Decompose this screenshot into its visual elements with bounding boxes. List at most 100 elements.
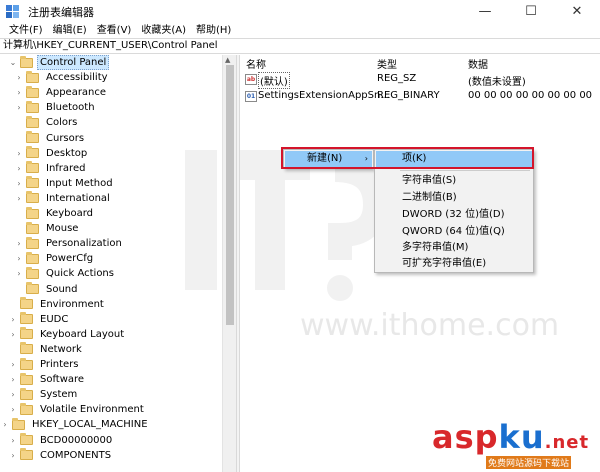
menu-edit[interactable]: 编辑(E) — [48, 24, 92, 38]
tree-item-label: Colors — [46, 117, 78, 129]
tree-item[interactable]: › Infrared — [14, 161, 88, 176]
expanded-arrow-icon[interactable]: ⌄ — [8, 58, 18, 67]
folder-icon — [26, 85, 39, 98]
menu-file[interactable]: 文件(F) — [4, 24, 48, 38]
value-row[interactable]: ab (默认) REG_SZ (数值未设置) — [240, 72, 600, 89]
menu-bar: 文件(F) 编辑(E) 查看(V) 收藏夹(A) 帮助(H) — [0, 23, 600, 38]
tree-item[interactable]: Colors — [14, 115, 80, 130]
registry-tree[interactable]: ⌄ Control Panel › Accessibility › Appearance ›… — [0, 55, 222, 472]
collapsed-arrow-icon[interactable]: › — [14, 269, 24, 278]
folder-icon — [20, 342, 33, 355]
collapsed-arrow-icon[interactable]: › — [14, 103, 24, 112]
tree-item[interactable]: › Accessibility — [14, 70, 111, 85]
menu-item-binary-value[interactable]: 二进制值(B) — [376, 190, 532, 206]
menu-favorites[interactable]: 收藏夹(A) — [136, 24, 191, 38]
tree-item[interactable]: ⌄ Control Panel — [8, 55, 110, 70]
value-row[interactable]: 01 SettingsExtensionAppSn... REG_BINARY … — [240, 89, 600, 104]
window-controls: — ☐ ✕ — [462, 0, 600, 23]
tree-item[interactable]: › HKEY_LOCAL_MACHINE — [0, 417, 151, 432]
tree-item[interactable]: › PowerCfg — [14, 251, 96, 266]
tree-item[interactable]: › Printers — [8, 357, 81, 372]
tree-item-label: International — [46, 192, 110, 204]
tree-item[interactable]: › Appearance — [14, 85, 109, 100]
tree-item[interactable]: › EUDC — [8, 312, 71, 327]
aspku-tagline: 免费网站源码下载站 — [486, 456, 572, 469]
folder-icon — [20, 372, 33, 385]
folder-icon — [20, 327, 33, 340]
menu-view[interactable]: 查看(V) — [92, 24, 137, 38]
tree-item[interactable]: Network — [8, 342, 85, 357]
collapsed-arrow-icon[interactable]: › — [14, 73, 24, 82]
string-value-icon: ab — [245, 74, 257, 85]
tree-item[interactable]: › COMPONENTS — [8, 448, 114, 463]
tree-item-label: EUDC — [40, 313, 69, 325]
collapsed-arrow-icon[interactable]: › — [0, 420, 10, 429]
maximize-button[interactable]: ☐ — [508, 0, 554, 23]
collapsed-arrow-icon[interactable]: › — [8, 405, 18, 414]
tree-item[interactable]: › System — [8, 387, 80, 402]
title-bar: 注册表编辑器 — ☐ ✕ — [0, 0, 600, 23]
column-data-header[interactable]: 数据 — [468, 56, 488, 71]
values-header: 名称 类型 数据 — [240, 55, 600, 71]
tree-item-label: BCD00000000 — [40, 434, 113, 446]
collapsed-arrow-icon[interactable]: › — [14, 239, 24, 248]
tree-item[interactable]: › Software — [8, 372, 87, 387]
tree-scrollbar[interactable]: ▲ — [222, 55, 236, 472]
minimize-button[interactable]: — — [462, 0, 508, 23]
tree-item[interactable]: › Bluetooth — [14, 100, 98, 115]
tree-item[interactable]: Keyboard — [14, 206, 96, 221]
folder-icon — [20, 433, 33, 445]
collapsed-arrow-icon[interactable]: › — [8, 390, 18, 399]
tree-item[interactable]: Cursors — [14, 131, 87, 146]
menu-item-expandable-string-value[interactable]: 可扩充字符串值(E) — [376, 256, 532, 272]
tree-item[interactable]: Mouse — [14, 221, 81, 236]
collapsed-arrow-icon[interactable]: › — [14, 194, 24, 203]
tree-item[interactable]: › Keyboard Layout — [8, 327, 127, 342]
tree-item-label: Accessibility — [46, 72, 108, 84]
collapsed-arrow-icon[interactable]: › — [8, 360, 18, 369]
collapsed-arrow-icon[interactable]: › — [14, 179, 24, 188]
tree-item[interactable]: › International — [14, 191, 113, 206]
tree-item[interactable]: › BCD00000000 — [8, 433, 115, 448]
collapsed-arrow-icon[interactable]: › — [14, 88, 24, 97]
tree-item-label: Quick Actions — [46, 268, 114, 280]
column-name-header[interactable]: 名称 — [246, 56, 266, 71]
tree-item[interactable]: › Desktop — [14, 146, 90, 161]
tree-item-label: Infrared — [46, 162, 86, 174]
tree-item-label: Bluetooth — [46, 102, 95, 114]
tree-item[interactable]: Sound — [14, 282, 81, 297]
folder-icon — [26, 131, 39, 143]
tree-item[interactable]: › Volatile Environment — [8, 402, 147, 417]
menu-item-dword-value[interactable]: DWORD (32 位)值(D) — [376, 207, 532, 223]
collapsed-arrow-icon[interactable]: › — [8, 315, 18, 324]
scrollbar-thumb[interactable] — [226, 65, 234, 325]
collapsed-arrow-icon[interactable]: › — [8, 330, 18, 339]
address-bar[interactable]: 计算机\HKEY_CURRENT_USER\Control Panel — [0, 38, 600, 54]
tree-item[interactable]: Environment — [8, 297, 107, 312]
close-button[interactable]: ✕ — [554, 0, 600, 23]
collapsed-arrow-icon[interactable]: › — [8, 436, 18, 445]
menu-item-qword-value[interactable]: QWORD (64 位)值(Q) — [376, 224, 532, 240]
folder-icon — [20, 387, 33, 400]
folder-icon — [20, 55, 33, 68]
tree-item-label: Appearance — [46, 87, 107, 99]
tree-item-label: HKEY_LOCAL_MACHINE — [32, 419, 148, 431]
menu-item-multi-string-value[interactable]: 多字符串值(M) — [376, 240, 532, 256]
menu-item-string-value[interactable]: 字符串值(S) — [376, 173, 532, 189]
folder-icon — [20, 297, 33, 310]
collapsed-arrow-icon[interactable]: › — [14, 164, 24, 173]
scroll-up-icon[interactable]: ▲ — [225, 56, 230, 64]
folder-icon — [26, 176, 39, 189]
value-type: REG_BINARY — [377, 90, 440, 101]
folder-icon — [26, 191, 39, 204]
menu-help[interactable]: 帮助(H) — [191, 24, 236, 38]
tree-item[interactable]: › Personalization — [14, 236, 125, 251]
tree-item-label: Environment — [40, 298, 104, 310]
column-type-header[interactable]: 类型 — [377, 56, 397, 71]
collapsed-arrow-icon[interactable]: › — [8, 451, 18, 460]
tree-item[interactable]: › Quick Actions — [14, 266, 117, 281]
collapsed-arrow-icon[interactable]: › — [14, 254, 24, 263]
collapsed-arrow-icon[interactable]: › — [8, 375, 18, 384]
collapsed-arrow-icon[interactable]: › — [14, 149, 24, 158]
tree-item[interactable]: › Input Method — [14, 176, 116, 191]
